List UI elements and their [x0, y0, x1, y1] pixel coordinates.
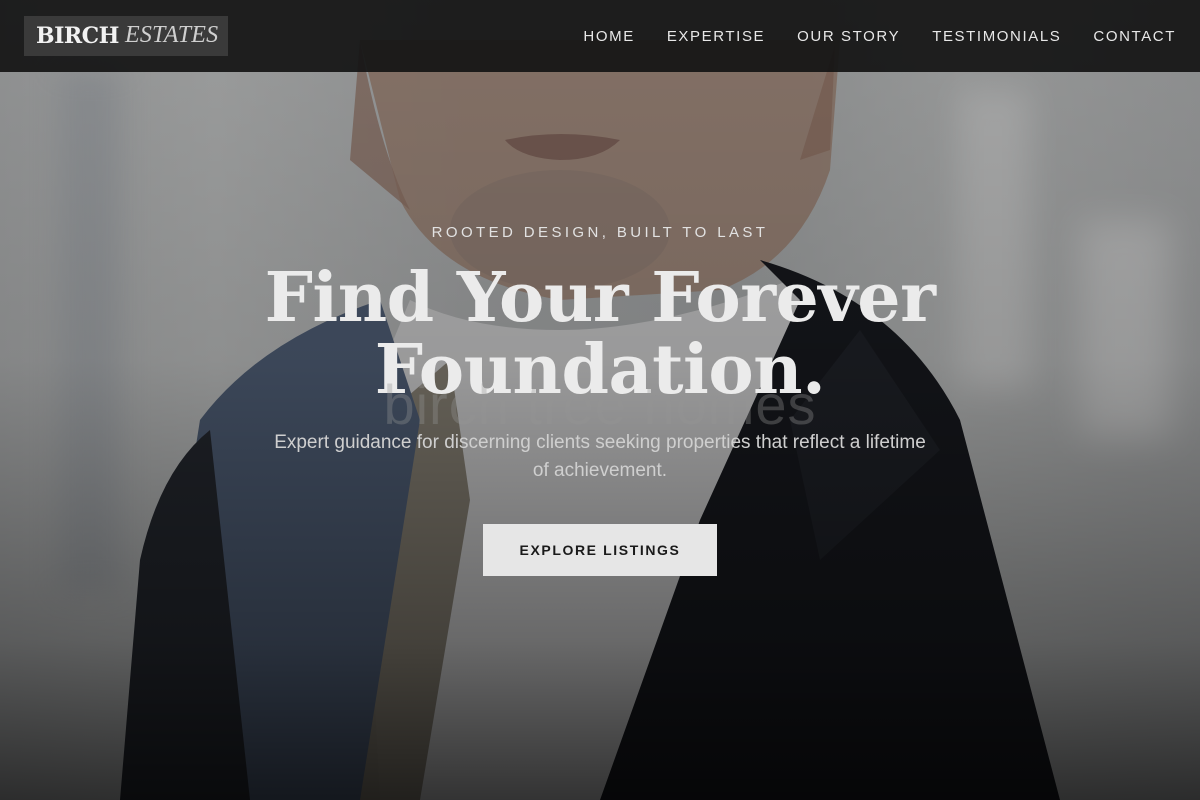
hero-subtitle: Expert guidance for discerning clients s… [274, 432, 926, 481]
nav-link-home[interactable]: HOME [583, 28, 634, 45]
hero-content: ROOTED DESIGN, BUILT TO LAST Find Your F… [0, 0, 1200, 800]
hero-headline-line-1: Find Your Forever [264, 258, 936, 338]
nav-link-contact[interactable]: CONTACT [1093, 28, 1176, 45]
nav-link-our-story[interactable]: OUR STORY [797, 28, 900, 45]
brand-name-strong: BIRCH [36, 22, 119, 49]
nav-link-expertise[interactable]: EXPERTISE [667, 28, 765, 45]
hero-ghost-text: birch tree homes [383, 373, 817, 436]
main-navigation: HOME EXPERTISE OUR STORY TESTIMONIALS CO… [583, 28, 1176, 45]
brand-logo[interactable]: BIRCH ESTATES [24, 16, 229, 56]
hero-eyebrow: ROOTED DESIGN, BUILT TO LAST [431, 224, 769, 241]
nav-link-testimonials[interactable]: TESTIMONIALS [932, 28, 1061, 45]
explore-listings-button[interactable]: EXPLORE LISTINGS [483, 524, 717, 576]
site-header: BIRCH ESTATES HOME EXPERTISE OUR STORY T… [0, 0, 1200, 72]
brand-name-light: ESTATES [124, 22, 219, 48]
